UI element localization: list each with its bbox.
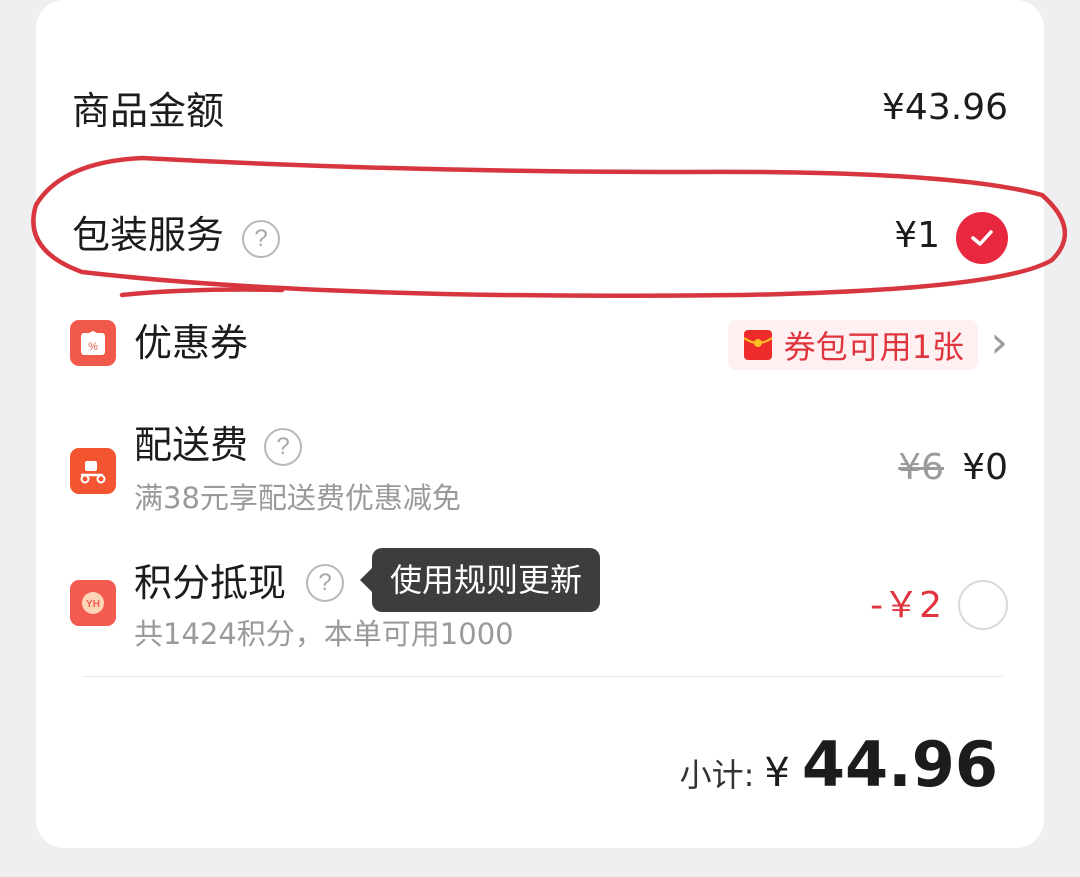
goods-amount-value: ¥43.96 (882, 87, 1008, 128)
goods-amount-label: 商品金额 (72, 89, 225, 133)
points-coin-icon: YH (70, 580, 116, 626)
divider (82, 676, 1004, 677)
annotation-circle (31, 155, 1068, 299)
points-rules-tooltip[interactable]: 使用规则更新 (359, 548, 601, 612)
coupon-available-chip[interactable]: 券包可用1张 (727, 320, 978, 370)
chevron-right-icon[interactable]: › (990, 318, 1008, 368)
red-envelope-icon (743, 330, 773, 360)
coupon-ticket-icon: % (70, 320, 116, 366)
total-value: 44.96 (801, 728, 998, 801)
delivery-help-icon[interactable]: ? (264, 428, 302, 466)
scooter-icon (70, 448, 116, 494)
coupon-chip-text: 券包可用1张 (783, 328, 964, 366)
points-deduction: -￥2 (870, 585, 942, 626)
goods-amount-row: 商品金额 ¥43.96 (36, 84, 1044, 144)
coupon-label: 优惠券 (134, 321, 249, 365)
points-note: 共1424积分，本单可用1000 (134, 617, 514, 651)
points-label: 积分抵现 (134, 561, 287, 605)
total-group: 小计: ¥ 44.96 (680, 728, 998, 801)
points-help-icon[interactable]: ? (306, 564, 344, 602)
coupon-row[interactable]: % 优惠券 券包可用1张 › (36, 316, 1044, 376)
delivery-note: 满38元享配送费优惠减免 (134, 481, 461, 515)
delivery-label: 配送费 (134, 423, 249, 467)
delivery-original-price: ¥6 (898, 447, 944, 488)
points-row[interactable]: YH 积分抵现 ? 使用规则更新 共1424积分，本单可用1000 -￥2 (36, 548, 1044, 656)
total-row: 小计: ¥ 44.96 (36, 728, 1044, 808)
delivery-row: 配送费 ? 满38元享配送费优惠减免 ¥6 ¥0 (36, 420, 1044, 520)
svg-text:%: % (88, 341, 98, 353)
delivery-price: ¥0 (962, 447, 1008, 488)
svg-text:YH: YH (86, 599, 100, 610)
order-summary-card: 商品金额 ¥43.96 包装服务 ? ¥1 % 优惠券 券包可用1张 › 配送费… (31, 0, 1068, 848)
total-label: 小计: (679, 756, 755, 794)
total-currency: ¥ (764, 750, 790, 796)
points-radio[interactable] (958, 580, 1008, 630)
